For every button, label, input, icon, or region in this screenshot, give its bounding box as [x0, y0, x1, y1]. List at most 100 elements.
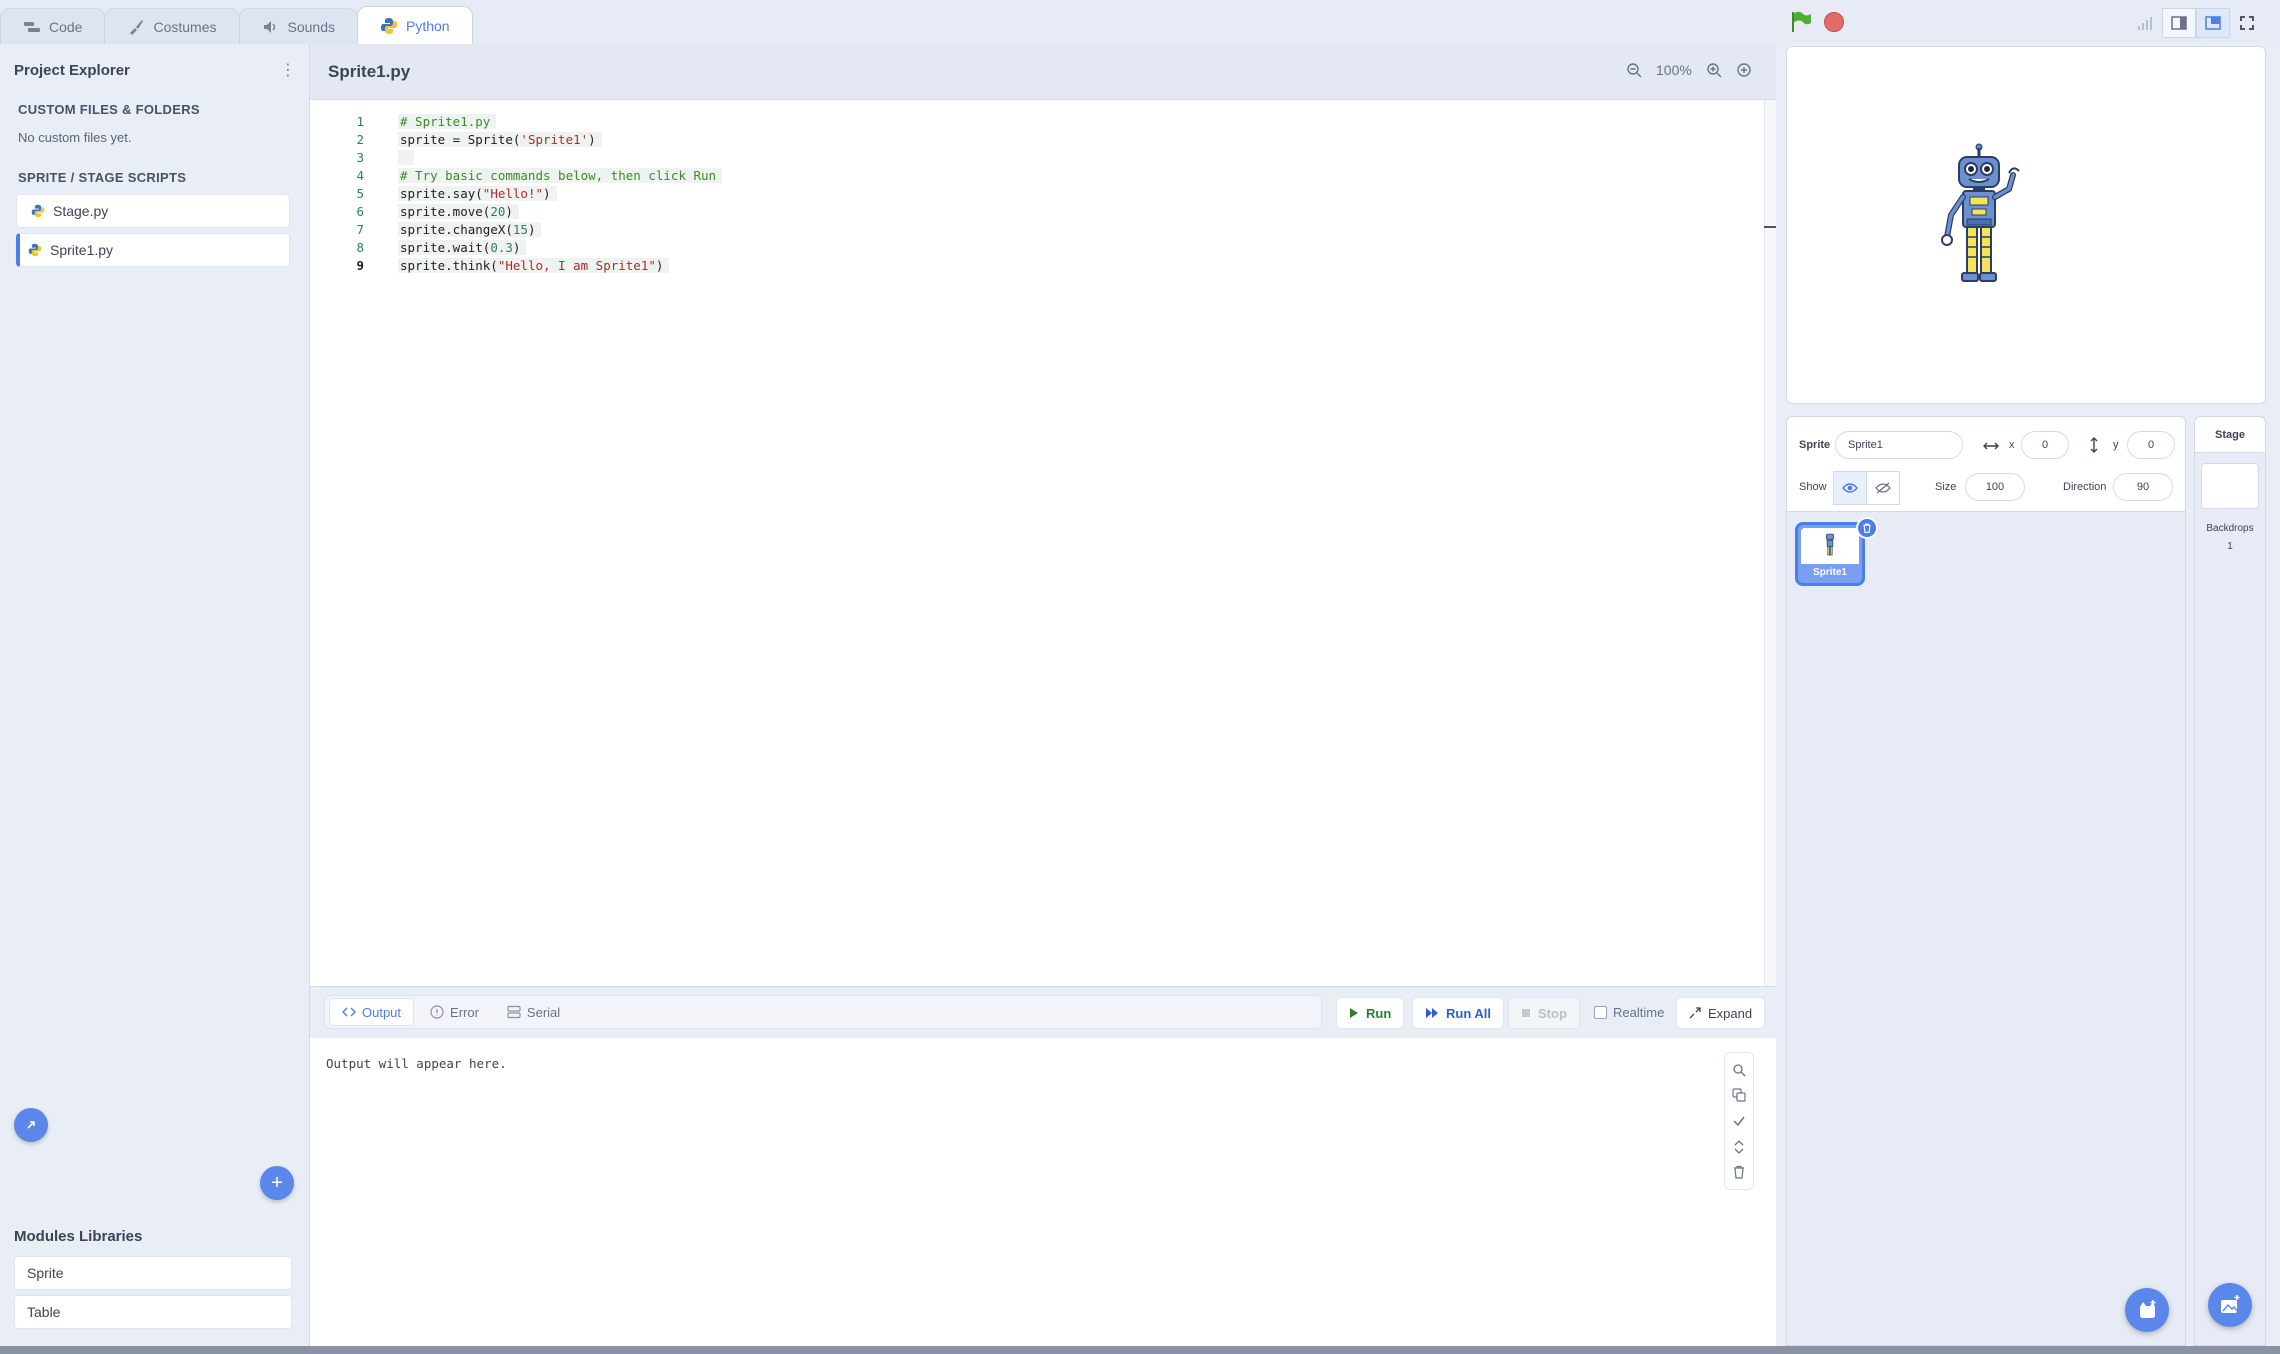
tab-sounds[interactable]: Sounds	[238, 8, 358, 44]
expand-button[interactable]: Expand	[1676, 997, 1766, 1029]
stage-thumbnail[interactable]	[2201, 463, 2259, 509]
run-button[interactable]: Run	[1336, 997, 1405, 1029]
code-token: # Sprite1.py	[400, 113, 491, 129]
sprite-tile-sprite1[interactable]: Sprite1	[1795, 517, 1878, 586]
zoom-in-icon[interactable]	[1706, 62, 1722, 78]
script-item-sprite1[interactable]: Sprite1.py	[16, 233, 290, 267]
small-stage-button[interactable]	[2162, 8, 2196, 38]
zoom-controls: 100%	[1626, 62, 1752, 78]
output-placeholder: Output will appear here.	[326, 1056, 507, 1071]
tab-label: Output	[362, 1004, 402, 1020]
line-number: 7	[356, 222, 364, 238]
code-token: )	[512, 240, 521, 256]
expand-label: Expand	[1708, 1005, 1753, 1021]
y-input[interactable]: 0	[2127, 431, 2175, 459]
horizontal-arrows-icon	[1983, 442, 1999, 450]
stage-canvas[interactable]	[1786, 46, 2266, 404]
sprite-tile-label: Sprite1	[1813, 567, 1847, 578]
code-line[interactable]: 4 # Try basic commands below, then click …	[310, 166, 723, 184]
output-tabs: Output Error Serial	[324, 995, 1322, 1029]
run-all-button[interactable]: Run All	[1412, 997, 1505, 1029]
robot-thumbnail-icon	[1826, 533, 1834, 556]
add-backdrop-button[interactable]	[2208, 1283, 2252, 1327]
code-line[interactable]: 2 sprite = Sprite('Sprite1')	[310, 130, 602, 148]
realtime-toggle[interactable]: Realtime	[1594, 1005, 1664, 1020]
tab-serial[interactable]: Serial	[495, 998, 572, 1026]
code-token: )	[505, 204, 513, 219]
stop-button[interactable]: Stop	[1508, 997, 1580, 1029]
plus-icon: +	[271, 1171, 283, 1194]
x-input[interactable]: 0	[2021, 431, 2069, 459]
zoom-level: 100%	[1656, 62, 1692, 78]
tab-python[interactable]: Python	[356, 6, 473, 44]
project-explorer-title: Project Explorer	[14, 62, 130, 79]
module-item-table[interactable]: Table	[14, 1295, 292, 1329]
normal-stage-icon	[2205, 16, 2221, 30]
project-explorer-panel: Project Explorer ⋮ CUSTOM FILES & FOLDER…	[0, 44, 310, 1346]
code-line[interactable]: 6 sprite.move(20)	[310, 203, 519, 221]
show-label: Show	[1799, 481, 1827, 493]
copy-icon[interactable]	[1732, 1088, 1746, 1102]
code-line[interactable]: 7 sprite.changeX(15)	[310, 221, 542, 239]
show-visible-button[interactable]	[1833, 471, 1867, 505]
code-line[interactable]: 5 sprite.say("Hello!")	[310, 184, 557, 202]
code-token: 'Sprite1'	[520, 131, 589, 147]
sprite-name-input[interactable]: Sprite1	[1835, 431, 1963, 459]
tab-label: Serial	[526, 1004, 561, 1020]
code-line[interactable]: 1 # Sprite1.py	[310, 112, 497, 130]
code-token: "Hello, I am Sprite1"	[497, 258, 656, 274]
line-number: 2	[356, 131, 364, 147]
robot-sprite-image[interactable]	[1929, 143, 2029, 303]
code-blocks-icon	[24, 21, 40, 32]
run-all-label: Run All	[1446, 1005, 1492, 1021]
code-token: )	[655, 258, 664, 274]
normal-stage-button[interactable]	[2196, 8, 2230, 38]
stop-all-button[interactable]	[1824, 12, 1844, 32]
fullscreen-button[interactable]	[2230, 8, 2264, 38]
tab-output[interactable]: Output	[329, 998, 415, 1026]
line-number: 3	[356, 149, 364, 165]
search-icon[interactable]	[1732, 1063, 1746, 1077]
zoom-reset-icon[interactable]	[1736, 62, 1752, 78]
show-hidden-button[interactable]	[1866, 471, 1900, 505]
code-line[interactable]: 8 sprite.wait(0.3)	[310, 239, 527, 257]
python-icon	[380, 17, 397, 34]
code-token: sprite.changeX(	[400, 222, 513, 238]
signal-icon[interactable]	[2128, 8, 2162, 38]
scripts-heading: SPRITE / STAGE SCRIPTS	[18, 170, 187, 185]
module-item-sprite[interactable]: Sprite	[14, 1256, 292, 1290]
code-editor[interactable]: 1 # Sprite1.py 2 sprite = Sprite('Sprite1')…	[310, 100, 1764, 986]
green-flag-icon[interactable]	[1790, 10, 1812, 34]
more-options-icon[interactable]: ⋮	[280, 60, 296, 80]
code-token: sprite.think(	[400, 258, 498, 274]
direction-input[interactable]: 90	[2113, 473, 2173, 501]
add-file-button[interactable]: +	[260, 1166, 294, 1200]
add-sprite-button[interactable]	[2125, 1288, 2169, 1332]
size-input[interactable]: 100	[1965, 473, 2025, 501]
script-item-stage[interactable]: Stage.py	[16, 194, 290, 228]
line-number: 9	[356, 258, 364, 274]
backdrops-count: 1	[2227, 541, 2233, 552]
code-token: 20	[490, 204, 506, 219]
realtime-checkbox[interactable]	[1594, 1006, 1607, 1019]
zoom-out-icon[interactable]	[1626, 62, 1642, 78]
editor-scrollbar[interactable]	[1764, 100, 1776, 986]
serial-icon	[507, 1005, 521, 1019]
tab-code[interactable]: Code	[0, 8, 106, 44]
tab-costumes[interactable]: Costumes	[104, 8, 240, 44]
editor-header: Sprite1.py 100%	[310, 44, 1776, 100]
line-number: 6	[356, 204, 364, 219]
delete-sprite-button[interactable]	[1856, 517, 1878, 539]
tab-error[interactable]: Error	[418, 998, 491, 1026]
stage-target-panel[interactable]: Stage Backdrops 1	[2194, 416, 2266, 1346]
code-line[interactable]: 9 sprite.think("Hello, I am Sprite1")	[310, 257, 670, 275]
code-line[interactable]: 3	[310, 148, 414, 166]
collapse-panel-button[interactable]	[14, 1108, 48, 1142]
trash-icon[interactable]	[1732, 1165, 1746, 1179]
check-icon[interactable]	[1732, 1114, 1746, 1128]
backdrops-label: Backdrops	[2206, 523, 2254, 534]
code-text: # Sprite1.py	[398, 113, 497, 129]
chevrons-updown-icon[interactable]	[1732, 1139, 1746, 1154]
sprite-list: Sprite1	[1786, 512, 2186, 1346]
sprite-info-panel: Sprite Sprite1 x 0 y 0 Show Size 100 Dir…	[1786, 416, 2186, 512]
